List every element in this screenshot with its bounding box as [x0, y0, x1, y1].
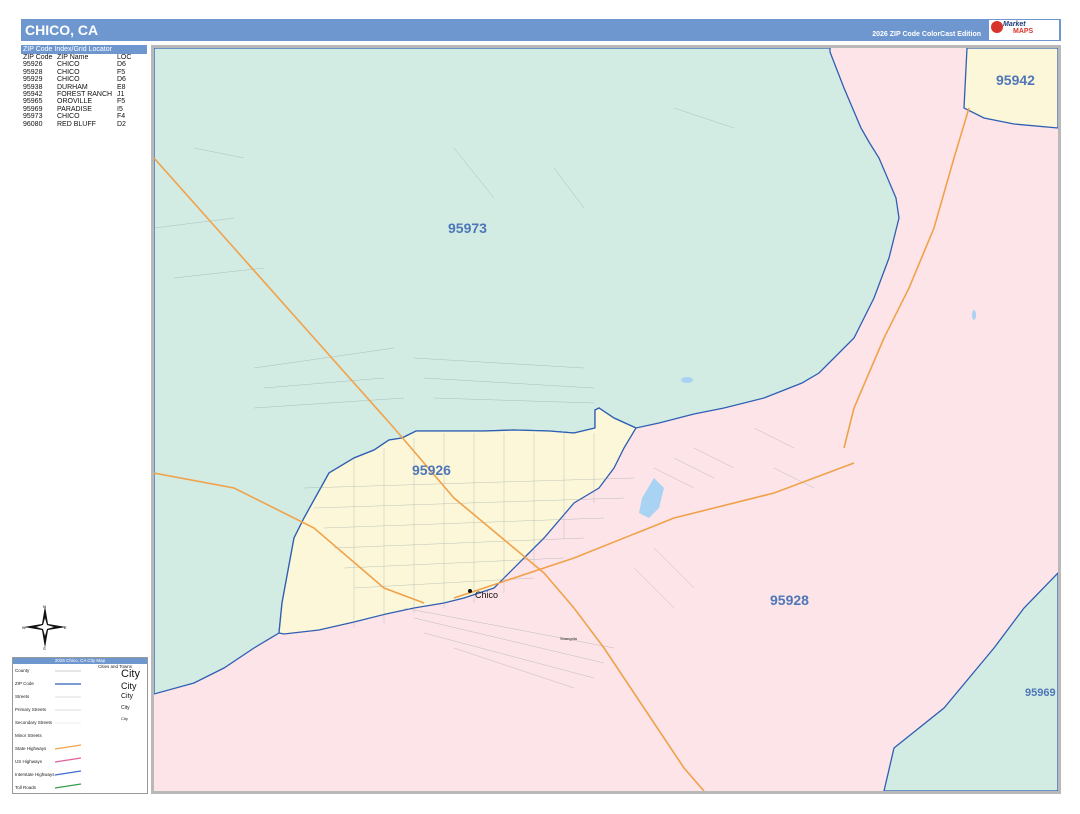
col-loc: LOC: [117, 54, 132, 61]
swatch-us-hwy: [54, 757, 82, 763]
loc-cell: D6: [117, 76, 126, 84]
table-row: 95969 PARADISE I5: [21, 106, 147, 113]
compass-e: E: [64, 625, 67, 630]
compass-s: S: [43, 646, 46, 650]
legend-item-streets: Streets: [15, 694, 30, 699]
compass-rose-icon: N W E S: [22, 604, 67, 650]
zip-code-cell: 95965: [23, 98, 43, 106]
legend-item-county: County: [15, 668, 30, 673]
legend-swatches: [54, 670, 82, 789]
zip-name-cell: DURHAM: [57, 83, 88, 91]
zip-name-cell: CHICO: [57, 61, 80, 69]
zip-name-cell: FOREST RANCH: [57, 91, 113, 99]
zip-code-cell: 95929: [23, 76, 43, 84]
zip-code-cell: 95942: [23, 91, 43, 99]
loc-cell: F5: [117, 98, 126, 106]
zip-code-cell: 95928: [23, 68, 43, 76]
loc-cell: F4: [117, 113, 126, 121]
legend-item-interstate: Interstate Highways: [15, 772, 55, 777]
zip-name-cell: CHICO: [57, 113, 80, 121]
title-bar: CHICO, CA 2026 ZIP Code ColorCast Editio…: [21, 19, 1061, 41]
place-label: Shangrila: [560, 636, 578, 641]
city-sample-small: City: [121, 693, 134, 700]
col-zip-name: ZIP Name: [57, 54, 89, 61]
zip-name-cell: CHICO: [57, 68, 80, 76]
pond: [972, 310, 976, 320]
legend-item-zip: ZIP Code: [15, 681, 34, 686]
compass-n: N: [43, 604, 46, 609]
zip-name-cell: OROVILLE: [57, 98, 93, 106]
swatch-interstate: [54, 770, 82, 776]
swatch-state-hwy: [54, 744, 82, 750]
city-label: Chico: [475, 590, 498, 600]
map-legend: 2026 Chico, CA City Map Cities and Towns…: [12, 657, 148, 794]
table-row: 95965 OROVILLE F5: [21, 98, 147, 105]
legend-item-secondary: Secondary Streets: [15, 720, 53, 725]
zip-area-95969: [883, 572, 1058, 791]
loc-cell: J1: [117, 91, 125, 99]
zip-code-cell: 96080: [23, 120, 43, 128]
loc-cell: E8: [117, 83, 126, 91]
loc-cell: I5: [117, 105, 123, 113]
table-row: 95942 FOREST RANCH J1: [21, 91, 147, 98]
map-page: CHICO, CA 2026 ZIP Code ColorCast Editio…: [0, 0, 1080, 814]
zip-index-header-row: ZIP Code ZIP Name LOC: [21, 54, 147, 61]
loc-cell: D2: [117, 120, 126, 128]
logo-fine-print: [1035, 22, 1057, 38]
map-frame: 95973 95926 95928 95942 95969 Chico Shan…: [151, 45, 1061, 794]
table-row: 95929 CHICO D6: [21, 76, 147, 83]
zip-label-95973: 95973: [448, 220, 487, 236]
zip-code-cell: 95926: [23, 61, 43, 69]
col-zip-code: ZIP Code: [23, 54, 53, 61]
city-sample-xsmall: City: [121, 705, 130, 711]
city-sample-medium: City: [121, 681, 137, 691]
table-row: 95973 CHICO F4: [21, 113, 147, 120]
table-row: 95928 CHICO F5: [21, 69, 147, 76]
compass-inner: [36, 618, 54, 636]
zip-name-cell: CHICO: [57, 76, 80, 84]
table-row: 95938 DURHAM E8: [21, 84, 147, 91]
zip-area-95942: [963, 48, 1058, 129]
zip-name-cell: RED BLUFF: [57, 120, 96, 128]
logo-text: Market: [1003, 21, 1026, 28]
zip-label-95926: 95926: [412, 462, 451, 478]
table-row: 95926 CHICO D6: [21, 61, 147, 68]
logo-subtext: MAPS: [1013, 28, 1034, 35]
zip-label-95928: 95928: [770, 592, 809, 608]
loc-cell: D6: [117, 61, 126, 69]
legend-item-state-hwy: State Highways: [15, 746, 47, 751]
zip-code-cell: 95973: [23, 113, 43, 121]
table-row: 96080 RED BLUFF D2: [21, 121, 147, 128]
legend-item-primary: Primary Streets: [15, 707, 47, 712]
zip-name-cell: PARADISE: [57, 105, 92, 113]
city-sample-large: City: [121, 668, 140, 680]
pond: [681, 377, 693, 383]
swatch-toll: [54, 783, 82, 789]
lake: [639, 478, 664, 518]
edition-label: 2026 ZIP Code ColorCast Edition: [872, 31, 981, 38]
zip-code-cell: 95938: [23, 83, 43, 91]
map-title: CHICO, CA: [25, 22, 99, 38]
zip-index-table: ZIP Code ZIP Name LOC 95926 CHICO D6 95928…: [21, 54, 147, 128]
city-sample-tiny: City: [121, 716, 128, 721]
compass-w: W: [22, 625, 26, 630]
legend-item-us-hwy: US Highways: [15, 759, 43, 764]
legend-item-minor: Minor Streets: [15, 733, 42, 738]
loc-cell: F5: [117, 68, 126, 76]
zip-label-95969: 95969: [1025, 687, 1056, 699]
legend-item-toll: Toll Roads: [15, 785, 37, 790]
zip-index-panel: ZIP Code Index/Grid Locator ZIP Code ZIP…: [21, 45, 147, 131]
zip-code-cell: 95969: [23, 105, 43, 113]
zip-index-title: ZIP Code Index/Grid Locator: [21, 45, 147, 54]
publisher-logo: Market MAPS: [989, 20, 1059, 40]
logo-icon: [991, 21, 1003, 33]
map-canvas: 95973 95926 95928 95942 95969 Chico Shan…: [154, 48, 1058, 791]
zip-label-95942: 95942: [996, 72, 1035, 88]
city-marker: [468, 589, 472, 593]
